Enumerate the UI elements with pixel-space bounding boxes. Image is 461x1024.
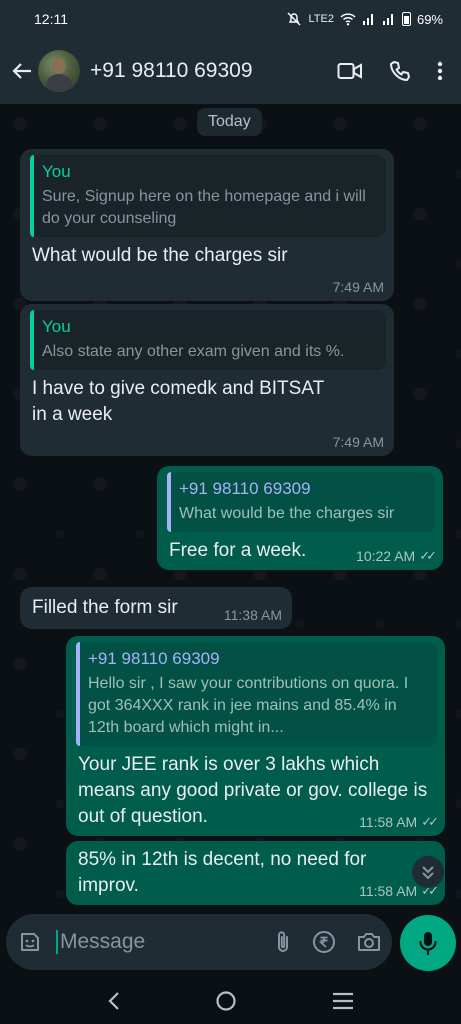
back-arrow-icon xyxy=(12,63,31,79)
message-text: 85% in 12th is decent, no need for impro… xyxy=(78,849,367,896)
nav-home-icon[interactable] xyxy=(215,990,237,1012)
quoted-reply[interactable]: +91 98110 69309 Hello sir , I saw your c… xyxy=(76,642,437,746)
network-label: LTE2 xyxy=(308,13,334,25)
quote-text: Hello sir , I saw your contributions on … xyxy=(88,675,409,736)
attach-icon[interactable] xyxy=(274,930,292,954)
message-composer: Message xyxy=(6,914,392,970)
message-input[interactable]: Message xyxy=(56,930,274,954)
quote-author: You xyxy=(42,162,71,181)
quote-author: You xyxy=(42,317,71,336)
quote-author: +91 98110 69309 xyxy=(179,479,311,498)
nav-recents-icon[interactable] xyxy=(332,992,354,1010)
battery-icon xyxy=(401,12,411,26)
message-bubble-outgoing[interactable]: 85% in 12th is decent, no need for impro… xyxy=(66,841,445,905)
rupee-payment-icon[interactable] xyxy=(312,930,336,954)
quote-text: What would be the charges sir xyxy=(179,505,395,522)
video-call-icon[interactable] xyxy=(337,61,363,81)
quote-text: Also state any other exam given and its … xyxy=(42,343,345,360)
message-bubble-incoming[interactable]: Filled the form sir 11:38 AM xyxy=(20,587,292,629)
wifi-icon xyxy=(340,13,356,26)
message-bubble-outgoing[interactable]: +91 98110 69309 What would be the charge… xyxy=(157,466,443,570)
chat-area[interactable]: Today You Sure, Signup here on the homep… xyxy=(0,104,461,910)
message-time: 10:22 AM xyxy=(356,548,416,564)
nav-back-icon[interactable] xyxy=(107,991,121,1011)
date-chip: Today xyxy=(197,108,262,136)
message-text: I have to give comedk and BITSAT in a we… xyxy=(32,378,324,425)
chat-header: +91 98110 69309 xyxy=(0,38,461,104)
contact-name[interactable]: +91 98110 69309 xyxy=(90,59,337,83)
read-ticks-icon: ✓✓ xyxy=(421,814,439,829)
quoted-reply[interactable]: You Also state any other exam given and … xyxy=(30,310,386,370)
message-time: 11:38 AM xyxy=(223,607,282,623)
status-icons: LTE2 69% xyxy=(286,11,443,27)
scroll-to-bottom-button[interactable] xyxy=(412,856,444,888)
message-time: 7:49 AM xyxy=(332,434,384,450)
quoted-reply[interactable]: +91 98110 69309 What would be the charge… xyxy=(167,472,435,532)
status-bar: 12:11 LTE2 69% xyxy=(0,0,461,38)
status-time: 12:11 xyxy=(34,11,68,27)
signal-icon-2 xyxy=(382,14,393,25)
mute-bell-icon xyxy=(287,12,301,26)
avatar[interactable] xyxy=(38,50,80,92)
voice-call-icon[interactable] xyxy=(389,60,411,82)
message-time: 11:58 AM xyxy=(359,814,418,830)
message-time: 7:49 AM xyxy=(332,279,384,295)
message-time: 11:58 AM xyxy=(359,883,418,899)
message-bubble-incoming[interactable]: You Sure, Signup here on the homepage an… xyxy=(20,149,394,301)
sticker-icon[interactable] xyxy=(18,930,42,954)
message-bubble-incoming[interactable]: You Also state any other exam given and … xyxy=(20,304,394,456)
microphone-icon xyxy=(419,932,437,956)
double-chevron-down-icon xyxy=(422,866,434,880)
quote-text: Sure, Signup here on the homepage and i … xyxy=(42,188,366,227)
camera-icon[interactable] xyxy=(356,931,382,953)
voice-record-button[interactable] xyxy=(400,915,456,971)
read-ticks-icon: ✓✓ xyxy=(419,548,437,563)
signal-icon xyxy=(362,14,373,25)
battery-percent: 69% xyxy=(416,11,443,27)
quoted-reply[interactable]: You Sure, Signup here on the homepage an… xyxy=(30,155,386,237)
system-nav-bar xyxy=(0,978,461,1024)
message-text: What would be the charges sir xyxy=(32,245,288,266)
quote-author: +91 98110 69309 xyxy=(88,649,220,668)
more-options-icon[interactable] xyxy=(437,61,443,81)
message-bubble-outgoing[interactable]: +91 98110 69309 Hello sir , I saw your c… xyxy=(66,636,445,836)
back-button[interactable] xyxy=(6,60,38,82)
